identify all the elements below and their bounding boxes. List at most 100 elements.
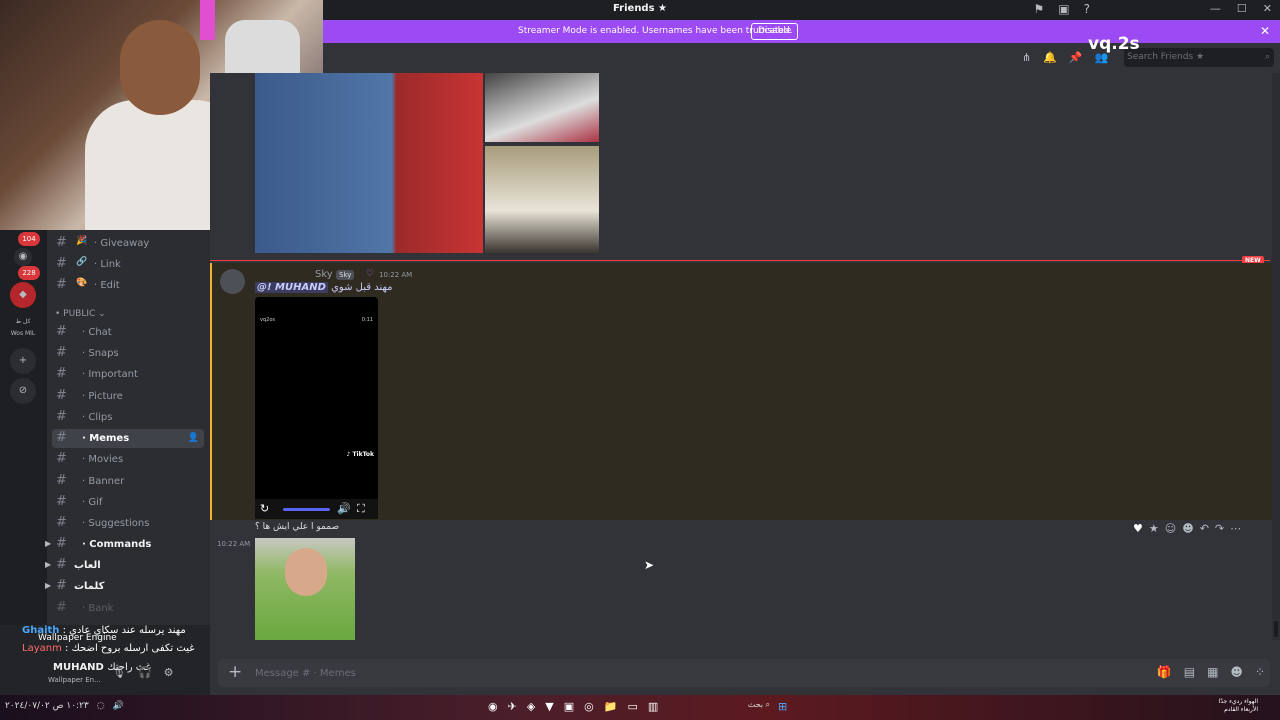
microphone-icon[interactable]: 🎙 [112,666,126,679]
hash-icon: # [56,557,67,572]
attach-plus-icon[interactable]: + [228,662,242,682]
message-placeholder: Message # · Memes [255,668,356,679]
star-reaction-icon[interactable]: ★ [1149,522,1159,535]
server-folder[interactable]: كل ط Wos MIL [10,316,36,342]
telegram-icon[interactable]: ✈ [508,700,517,713]
threads-icon[interactable]: ⋔ [1022,51,1031,64]
channel-giveaway[interactable]: # 🎉 · Giveaway [52,234,204,253]
maximize-icon[interactable]: ☐ [1237,2,1247,15]
minimize-icon[interactable]: — [1210,2,1221,15]
message-author[interactable]: Sky [315,269,333,280]
inbox-icon[interactable]: ▣ [1058,2,1069,16]
windows-taskbar: ١٠:٢٣ ص ٢٠٢٤/٠٧/٠٢ ◌ 🔊 ◉ ✈ ◈ ▼ ▣ ◎ 📁 ▭ ▥… [0,695,1280,720]
channel-chat[interactable]: # · Chat [52,323,204,342]
emoji-reaction-icon[interactable]: ☺ [1165,522,1176,535]
add-reaction-icon[interactable]: ☻ [1182,522,1193,535]
channel-banner[interactable]: # · Banner [52,472,204,491]
apps-icon[interactable]: ⁘ [1255,665,1265,679]
server-tag: Sky [336,270,355,280]
attachment-image[interactable] [255,73,483,253]
pin-icon[interactable]: 📌 [1069,51,1083,64]
channel-commands[interactable]: ▶ # · Commands [45,535,204,554]
video-label: vq2os [260,317,275,323]
channel-edit[interactable]: # 🎨 · Edit [52,276,204,295]
explore-icon[interactable]: ⊘ [10,378,36,404]
bell-icon[interactable]: 🔔 [1043,51,1057,64]
taskbar-search[interactable]: بحث ⌕ [690,700,774,714]
windows-start-icon[interactable]: ⊞ [778,700,787,713]
channel-memes[interactable]: # · Memes 👤 [52,429,204,448]
wallpaper-engine-short: Wallpaper En... [48,676,101,684]
message-timestamp: 10:22 AM [217,540,251,548]
wifi-icon[interactable]: ◌ [97,701,105,711]
volume-tray-icon[interactable]: 🔊 [113,701,124,711]
headphones-icon[interactable]: 🎧 [138,666,152,679]
app-icon[interactable]: ▭ [627,700,637,713]
channel-link[interactable]: # 🔗 · Link [52,255,204,274]
discord-icon[interactable]: ◈ [527,700,535,713]
attachment-image[interactable] [485,146,599,253]
search-input[interactable]: Search Friends ★ ⌕ [1124,48,1274,67]
edge-icon[interactable]: ◎ [584,700,594,713]
channel-games[interactable]: ▶ # العاب [45,556,204,575]
hash-icon: # [56,600,67,615]
message-content: صممو ا علي ايش ها ؟ [255,522,340,532]
video-progress[interactable] [283,508,330,511]
server-icon[interactable]: ◉ [14,248,32,266]
hash-icon: # [56,451,67,466]
heart-icon: ♡ [366,269,375,279]
sticker-icon[interactable]: ▦ [1207,665,1218,679]
brave-icon[interactable]: ▼ [545,700,553,713]
more-icon[interactable]: ⋯ [1230,522,1241,535]
reply-icon[interactable]: ↶ [1200,522,1209,535]
channel-picture[interactable]: # · Picture [52,387,204,406]
expand-arrow-icon[interactable]: ▶ [45,560,51,569]
channel-clips[interactable]: # · Clips [52,408,204,427]
close-banner-icon[interactable]: ✕ [1260,24,1270,38]
help-icon[interactable]: ? [1084,2,1090,16]
replay-icon[interactable]: ↻ [260,502,269,515]
category-public[interactable]: • PUBLIC ⌄ [55,309,106,319]
hash-icon: # [56,409,67,424]
add-server-icon[interactable]: + [10,348,36,374]
user-mention[interactable]: @! MUHAND [255,282,328,293]
video-player[interactable]: vq2os 0:11 ♪ TikTok ↻ 🔊 ⛶ [255,297,378,519]
volume-icon[interactable]: 🔊 [337,502,351,515]
attachment-image[interactable] [485,73,599,142]
flag-icon[interactable]: ⚑ [1034,2,1045,16]
channel-bank[interactable]: # · Bank [52,599,204,618]
avatar[interactable] [220,269,245,294]
channel-important[interactable]: # · Important [52,365,204,384]
channel-gif[interactable]: # · Gif [52,493,204,512]
channel-words[interactable]: ▶ # كلمات [45,577,204,596]
scrollbar[interactable] [1272,73,1280,640]
settings-gear-icon[interactable]: ⚙ [164,666,174,679]
heart-reaction-icon[interactable]: ♥ [1133,522,1143,535]
hash-icon: # [56,366,67,381]
server-icon[interactable]: ◆ [10,282,36,308]
close-window-icon[interactable]: ✕ [1263,2,1272,15]
disable-button[interactable]: Disable [751,23,799,40]
expand-arrow-icon[interactable]: ▶ [45,539,51,548]
app-icon[interactable]: ◉ [488,700,498,713]
expand-arrow-icon[interactable]: ▶ [45,581,51,590]
app-icon[interactable]: ▣ [564,700,574,713]
message-actions: ♥ ★ ☺ ☻ ↶ ↷ ⋯ [1133,522,1241,535]
gif-icon[interactable]: ▤ [1184,665,1195,679]
emoji-icon[interactable]: ☻ [1230,665,1243,679]
attachment-image[interactable] [255,538,355,640]
folder-icon[interactable]: 📁 [604,700,618,713]
channel-suggestions[interactable]: # · Suggestions [52,514,204,533]
scrollbar-thumb[interactable] [1274,621,1278,637]
fullscreen-icon[interactable]: ⛶ [357,502,365,516]
message-timestamp: 10:22 AM [379,271,413,279]
channel-snaps[interactable]: # · Snaps [52,344,204,363]
forward-icon[interactable]: ↷ [1215,522,1224,535]
channel-movies[interactable]: # · Movies [52,450,204,469]
app-icon[interactable]: ▥ [648,700,658,713]
tray-date: ١٠:٢٣ ص ٢٠٢٤/٠٧/٠٢ [5,701,89,711]
system-clock[interactable]: الهواء رديء جدًا الأربعاء القادم [1219,698,1258,714]
message-input[interactable]: + Message # · Memes 🎁 ▤ ▦ ☻ ⁘ [218,659,1270,687]
add-member-icon[interactable]: 👤 [188,433,199,443]
gift-icon[interactable]: 🎁 [1157,665,1172,679]
